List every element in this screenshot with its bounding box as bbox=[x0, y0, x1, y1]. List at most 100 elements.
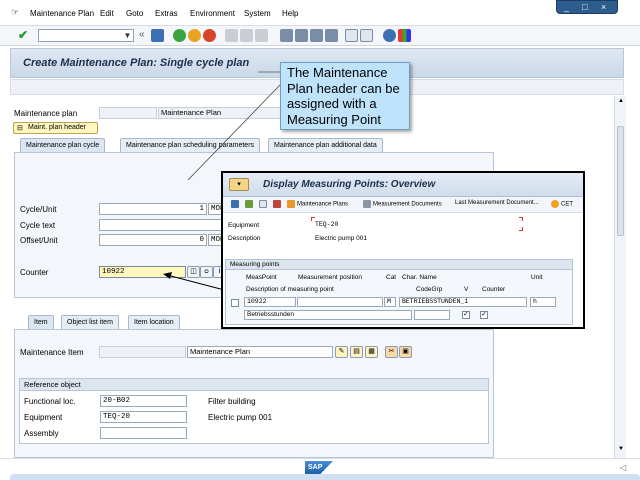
counter-field[interactable]: 10922 bbox=[99, 266, 186, 278]
cycle-value-field[interactable]: 1 bbox=[99, 203, 207, 215]
menu-environment[interactable]: Environment bbox=[190, 9, 235, 18]
previous-page-icon[interactable] bbox=[295, 29, 308, 42]
equipment-field[interactable]: TEQ-20 bbox=[100, 411, 187, 423]
scroll-down-icon[interactable]: ▼ bbox=[618, 446, 624, 452]
assembly-field[interactable] bbox=[100, 427, 187, 439]
cell-code-group[interactable] bbox=[414, 310, 450, 320]
cell-v-checkbox[interactable]: ✓ bbox=[462, 311, 470, 319]
find-icon[interactable] bbox=[240, 29, 253, 42]
exit-icon[interactable] bbox=[188, 29, 201, 42]
document-icon[interactable]: ▤ bbox=[350, 346, 363, 358]
restore-button[interactable]: □ bbox=[582, 2, 587, 13]
maintenance-item-field[interactable] bbox=[99, 346, 186, 358]
cancel-icon[interactable] bbox=[203, 29, 216, 42]
menu-extras[interactable]: Extras bbox=[155, 9, 178, 18]
col-cat: Cat bbox=[386, 274, 397, 281]
col-unit: Unit bbox=[531, 274, 543, 281]
menu-icon[interactable]: ☞ bbox=[11, 7, 19, 18]
cycle-text-label: Cycle text bbox=[20, 221, 56, 230]
edit-long-text-icon[interactable]: ✎ bbox=[335, 346, 348, 358]
cell-counter-checkbox[interactable]: ✓ bbox=[480, 311, 488, 319]
command-dropdown-icon[interactable]: ▼ bbox=[121, 29, 134, 42]
col-counter: Counter bbox=[482, 286, 506, 293]
save-icon[interactable] bbox=[151, 29, 164, 42]
scroll-up-icon[interactable]: ▲ bbox=[618, 98, 624, 104]
status-resize-icon[interactable]: ◁ bbox=[620, 463, 626, 472]
first-page-icon[interactable] bbox=[280, 29, 293, 42]
item-panel: Maintenance Item Maintenance Plan ✎ ▤ ▦ … bbox=[14, 329, 494, 458]
menu-goto[interactable]: Goto bbox=[126, 9, 143, 18]
dialog-menu-icon[interactable]: ▾ bbox=[229, 178, 249, 191]
maint-plan-header-button[interactable]: ⊟ Maint. plan header bbox=[13, 122, 98, 134]
cell-description[interactable]: Betriebsstunden bbox=[244, 310, 412, 320]
menu-system[interactable]: System bbox=[244, 9, 271, 18]
dialog-equipment-value: TEQ-20 bbox=[315, 221, 339, 228]
structure-icon[interactable]: ▦ bbox=[365, 346, 378, 358]
dialog-title: Display Measuring Points: Overview bbox=[263, 179, 436, 190]
tab-additional-data[interactable]: Maintenance plan additional data bbox=[268, 138, 383, 152]
tab-item-location[interactable]: Item location bbox=[128, 315, 180, 329]
shortcut-icon[interactable] bbox=[360, 29, 373, 42]
enter-check-icon[interactable]: ✔ bbox=[18, 28, 28, 42]
cet-button[interactable]: CET bbox=[551, 200, 573, 208]
object-icon[interactable]: ▣ bbox=[399, 346, 412, 358]
tab-maintenance-plan-cycle[interactable]: Maintenance plan cycle bbox=[20, 138, 106, 153]
offset-unit-label: Offset/Unit bbox=[20, 236, 58, 245]
functional-location-field[interactable]: 20-B02 bbox=[100, 395, 187, 407]
annotation-callout: The Maintenance Plan header can be assig… bbox=[280, 62, 410, 130]
back-icon[interactable] bbox=[173, 29, 186, 42]
menu-help[interactable]: Help bbox=[282, 9, 298, 18]
row-select-checkbox[interactable] bbox=[231, 299, 239, 307]
tab-object-list-item[interactable]: Object list item bbox=[61, 315, 119, 329]
help-icon[interactable] bbox=[383, 29, 396, 42]
cell-position[interactable] bbox=[297, 297, 383, 307]
command-field[interactable] bbox=[38, 29, 134, 42]
back-history-icon[interactable]: « bbox=[139, 29, 145, 40]
cycle-text-field[interactable] bbox=[99, 219, 230, 231]
measuring-points-table: Measuring points MeasPoint Measurement p… bbox=[225, 259, 573, 325]
cell-char-name[interactable]: BETRIEBSSTUNDEN_1 bbox=[399, 297, 527, 307]
menu-maintenance-plan[interactable]: Maintenance Plan bbox=[30, 9, 94, 18]
menu-edit[interactable]: Edit bbox=[100, 9, 114, 18]
maintenance-plans-label: Maintenance Plans bbox=[297, 201, 349, 208]
minimize-button[interactable]: _ bbox=[564, 2, 569, 13]
vertical-scrollbar[interactable]: ▲ ▼ bbox=[614, 96, 626, 458]
reference-object-header: Reference object bbox=[20, 379, 488, 391]
tab-scheduling-parameters[interactable]: Maintenance plan scheduling parameters bbox=[120, 138, 261, 152]
tools-icon[interactable]: ✂ bbox=[385, 346, 398, 358]
maintenance-plan-description[interactable]: Maintenance Plan bbox=[158, 107, 286, 119]
cell-cat[interactable]: M bbox=[384, 297, 396, 307]
dialog-title-bar: ▾ Display Measuring Points: Overview bbox=[223, 173, 583, 197]
maintenance-plan-field[interactable] bbox=[99, 107, 157, 119]
counter-details-icon[interactable]: ◫ bbox=[187, 266, 200, 278]
col-v: V bbox=[464, 286, 469, 293]
col-meas-point: MeasPoint bbox=[246, 274, 277, 281]
window-controls: _ □ × bbox=[556, 0, 618, 14]
delete-object-icon[interactable] bbox=[273, 200, 283, 208]
maintenance-item-description[interactable]: Maintenance Plan bbox=[187, 346, 333, 358]
maintenance-plans-button[interactable]: Maintenance Plans bbox=[287, 200, 348, 208]
cell-unit[interactable]: h bbox=[530, 297, 556, 307]
print-icon[interactable] bbox=[225, 29, 238, 42]
create-session-icon[interactable] bbox=[345, 29, 358, 42]
measurement-documents-button[interactable]: Measurement Documents bbox=[363, 200, 442, 208]
display-object-icon[interactable] bbox=[231, 200, 241, 208]
offset-value-field[interactable]: 0 bbox=[99, 234, 207, 246]
functional-location-description: Filter building bbox=[208, 397, 256, 406]
counter-label: Counter bbox=[20, 268, 49, 277]
scroll-thumb[interactable] bbox=[617, 126, 624, 236]
measuring-points-dialog: ▾ Display Measuring Points: Overview Mai… bbox=[221, 171, 585, 329]
tab-item[interactable]: Item bbox=[28, 315, 54, 330]
change-object-icon[interactable] bbox=[245, 200, 255, 208]
next-page-icon[interactable] bbox=[310, 29, 323, 42]
col-char-name: Char. Name bbox=[402, 274, 437, 281]
last-page-icon[interactable] bbox=[325, 29, 338, 42]
cell-meas-point[interactable]: 10922 bbox=[244, 297, 296, 307]
close-button[interactable]: × bbox=[601, 2, 606, 13]
layout-menu-icon[interactable] bbox=[398, 29, 411, 42]
last-measurement-document-button[interactable]: Last Measurement Document... bbox=[455, 200, 539, 206]
bracket-top-right bbox=[519, 217, 523, 221]
counter-binoculars-icon[interactable]: ᴑ bbox=[200, 266, 213, 278]
find-next-icon[interactable] bbox=[255, 29, 268, 42]
create-object-icon[interactable] bbox=[259, 200, 269, 208]
